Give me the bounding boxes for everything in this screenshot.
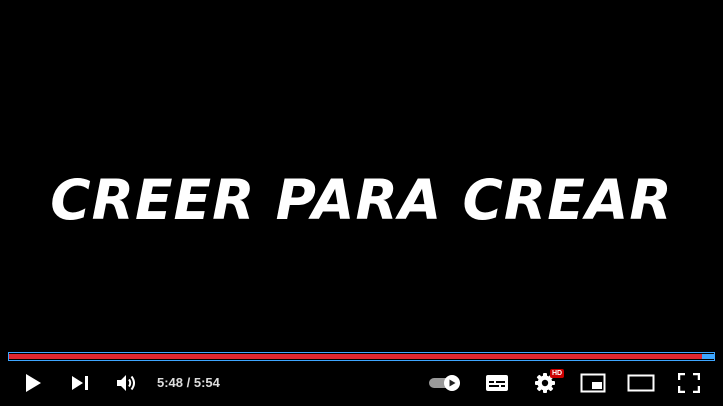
time-display: 5:48 / 5:54 bbox=[157, 364, 220, 402]
fullscreen-button[interactable] bbox=[677, 364, 701, 402]
theater-mode-button[interactable] bbox=[627, 364, 655, 402]
play-button[interactable] bbox=[20, 364, 46, 402]
progress-focus-outline bbox=[8, 352, 715, 361]
volume-icon bbox=[117, 375, 135, 391]
subtitles-button[interactable] bbox=[484, 364, 510, 402]
time-separator: / bbox=[183, 375, 194, 390]
subtitles-icon bbox=[486, 375, 508, 391]
next-icon bbox=[72, 376, 88, 390]
mute-button[interactable] bbox=[114, 364, 140, 402]
fullscreen-icon bbox=[678, 373, 700, 393]
progress-bar[interactable] bbox=[8, 352, 715, 361]
play-icon bbox=[26, 374, 41, 392]
autoplay-toggle[interactable] bbox=[427, 364, 463, 402]
miniplayer-button[interactable] bbox=[580, 364, 606, 402]
player-controls: 5:48 / 5:54 HD bbox=[0, 364, 723, 402]
next-button[interactable] bbox=[68, 364, 92, 402]
video-title-card: CREER PARA CREAR bbox=[50, 168, 673, 232]
theater-icon bbox=[627, 374, 655, 392]
duration: 5:54 bbox=[193, 375, 220, 390]
autoplay-toggle-icon bbox=[429, 375, 460, 391]
miniplayer-icon bbox=[580, 373, 606, 393]
current-time: 5:48 bbox=[157, 375, 184, 390]
video-surface[interactable]: CREER PARA CREAR bbox=[0, 0, 723, 406]
hd-badge: HD bbox=[550, 369, 565, 378]
